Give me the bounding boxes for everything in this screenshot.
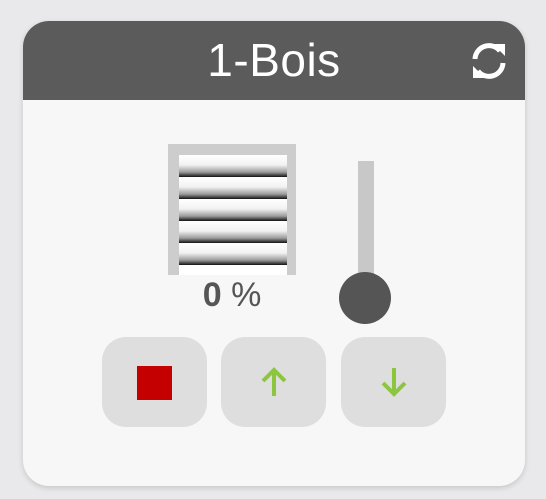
position-slider[interactable] xyxy=(339,161,391,326)
shutter-slat xyxy=(179,221,287,243)
stop-button[interactable] xyxy=(102,337,207,427)
arrow-up-icon xyxy=(261,367,286,396)
refresh-icon xyxy=(472,43,506,79)
position-readout: 0 % xyxy=(168,276,296,315)
close-down-button[interactable] xyxy=(341,337,446,427)
slider-thumb[interactable] xyxy=(339,272,391,324)
shutter-graphic xyxy=(168,144,296,275)
refresh-button[interactable] xyxy=(467,39,511,83)
arrow-down-icon xyxy=(381,368,406,397)
shutter-slat xyxy=(179,199,287,221)
widget-title: 1-Bois xyxy=(207,34,341,86)
shutter-slat xyxy=(179,155,287,177)
shutter-slats xyxy=(179,155,287,275)
open-up-button[interactable] xyxy=(221,337,326,427)
position-value: 0 xyxy=(202,276,222,314)
shutter-slat xyxy=(179,177,287,199)
stop-icon xyxy=(137,366,172,400)
shutter-widget-card: 1-Bois 0 % xyxy=(23,21,525,486)
position-unit: % xyxy=(231,276,262,314)
shutter-slat xyxy=(179,243,287,265)
card-header: 1-Bois xyxy=(23,21,525,100)
